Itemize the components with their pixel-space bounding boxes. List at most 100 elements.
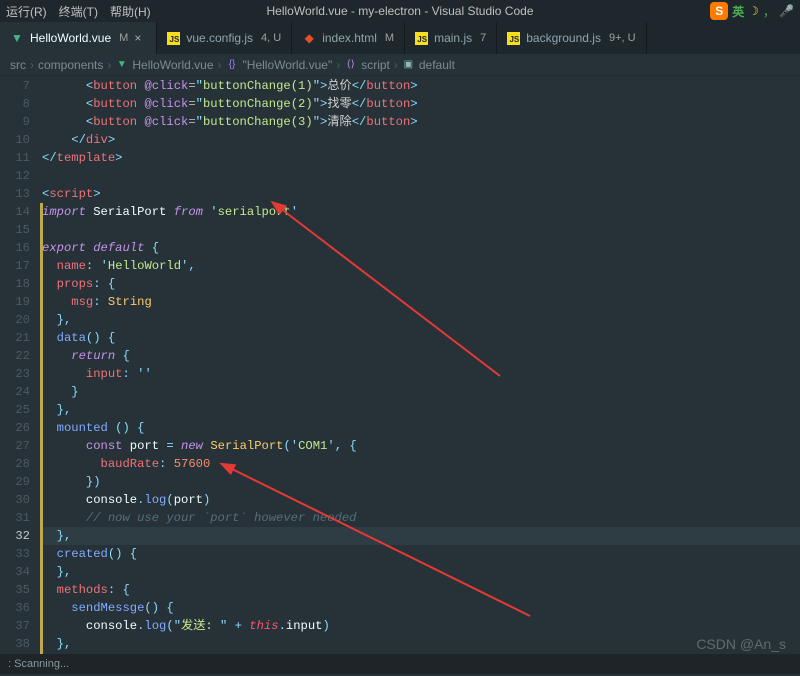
code-line-11[interactable]: </template> bbox=[42, 149, 800, 167]
chevron-right-icon: › bbox=[218, 58, 222, 72]
line-number: 13 bbox=[0, 185, 30, 203]
line-number: 28 bbox=[0, 455, 30, 473]
chevron-right-icon: › bbox=[30, 58, 34, 72]
line-gutter: 7891011121314151617181920212223242526272… bbox=[0, 76, 42, 654]
code-line-38[interactable]: }, bbox=[42, 635, 800, 653]
js-icon: JS bbox=[167, 32, 180, 45]
line-number: 25 bbox=[0, 401, 30, 419]
bc-script[interactable]: script bbox=[361, 58, 390, 72]
code-line-16[interactable]: export default { bbox=[42, 239, 800, 257]
menu-bar: 运行(R) 终端(T) 帮助(H) HelloWorld.vue - my-el… bbox=[0, 0, 800, 22]
bc-src[interactable]: src bbox=[10, 58, 26, 72]
line-number: 23 bbox=[0, 365, 30, 383]
html-icon: ◆ bbox=[302, 31, 316, 45]
code-line-18[interactable]: props: { bbox=[42, 275, 800, 293]
line-number: 15 bbox=[0, 221, 30, 239]
line-number: 22 bbox=[0, 347, 30, 365]
code-line-23[interactable]: input: '' bbox=[42, 365, 800, 383]
bc-quoted[interactable]: "HelloWorld.vue" bbox=[243, 58, 333, 72]
menu-help[interactable]: 帮助(H) bbox=[110, 3, 151, 20]
comma-icon: ， bbox=[763, 3, 775, 20]
line-number: 11 bbox=[0, 149, 30, 167]
ime-badge-icon: S bbox=[710, 2, 728, 20]
ime-lang: 英 bbox=[732, 3, 744, 20]
code-line-33[interactable]: created() { bbox=[42, 545, 800, 563]
code-line-9[interactable]: <button @click="buttonChange(3)">清除</but… bbox=[42, 113, 800, 131]
code-line-14[interactable]: import SerialPort from 'serialport' bbox=[42, 203, 800, 221]
code-line-30[interactable]: console.log(port) bbox=[42, 491, 800, 509]
code-line-32[interactable]: }, bbox=[42, 527, 800, 545]
editor-area[interactable]: 7891011121314151617181920212223242526272… bbox=[0, 76, 800, 654]
cube-icon: ▣ bbox=[402, 58, 415, 71]
code-line-27[interactable]: const port = new SerialPort('COM1', { bbox=[42, 437, 800, 455]
code-line-35[interactable]: methods: { bbox=[42, 581, 800, 599]
chevron-right-icon: › bbox=[394, 58, 398, 72]
js-icon: JS bbox=[415, 32, 428, 45]
line-number: 7 bbox=[0, 77, 30, 95]
line-number: 29 bbox=[0, 473, 30, 491]
tab-bar: ▼ HelloWorld.vue M × JS vue.config.js 4,… bbox=[0, 22, 800, 54]
code-line-20[interactable]: }, bbox=[42, 311, 800, 329]
code-line-8[interactable]: <button @click="buttonChange(2)">找零</but… bbox=[42, 95, 800, 113]
code-line-37[interactable]: console.log("发送: " + this.input) bbox=[42, 617, 800, 635]
line-number: 18 bbox=[0, 275, 30, 293]
tab-label: vue.config.js bbox=[186, 31, 253, 45]
line-number: 32 bbox=[0, 527, 30, 545]
tab-status: 4, U bbox=[261, 32, 281, 44]
ime-indicator: S 英 ☽ ， 🎤 bbox=[710, 0, 794, 22]
chevron-right-icon: › bbox=[336, 58, 340, 72]
line-number: 21 bbox=[0, 329, 30, 347]
moon-icon: ☽ bbox=[748, 4, 759, 18]
line-number: 34 bbox=[0, 563, 30, 581]
js-icon: JS bbox=[507, 32, 520, 45]
code-line-26[interactable]: mounted () { bbox=[42, 419, 800, 437]
tab-indexhtml[interactable]: ◆ index.html M bbox=[292, 22, 405, 54]
vue-icon: ▼ bbox=[10, 31, 24, 45]
code-line-10[interactable]: </div> bbox=[42, 131, 800, 149]
code-line-31[interactable]: // now use your `port` however needed bbox=[42, 509, 800, 527]
line-number: 38 bbox=[0, 635, 30, 653]
code-line-17[interactable]: name: 'HelloWorld', bbox=[42, 257, 800, 275]
code-line-12[interactable] bbox=[42, 167, 800, 185]
chevron-right-icon: › bbox=[107, 58, 111, 72]
braces-icon: {} bbox=[226, 58, 239, 71]
code-line-22[interactable]: return { bbox=[42, 347, 800, 365]
code-line-25[interactable]: }, bbox=[42, 401, 800, 419]
line-number: 19 bbox=[0, 293, 30, 311]
code-line-34[interactable]: }, bbox=[42, 563, 800, 581]
line-number: 10 bbox=[0, 131, 30, 149]
line-number: 37 bbox=[0, 617, 30, 635]
code-line-28[interactable]: baudRate: 57600 bbox=[42, 455, 800, 473]
code-line-21[interactable]: data() { bbox=[42, 329, 800, 347]
breadcrumb[interactable]: src › components › ▼ HelloWorld.vue › {}… bbox=[0, 54, 800, 76]
code-line-7[interactable]: <button @click="buttonChange(1)">总价</but… bbox=[42, 77, 800, 95]
code-line-24[interactable]: } bbox=[42, 383, 800, 401]
line-number: 17 bbox=[0, 257, 30, 275]
tab-label: HelloWorld.vue bbox=[30, 31, 111, 45]
tab-label: index.html bbox=[322, 31, 377, 45]
line-number: 16 bbox=[0, 239, 30, 257]
code-line-13[interactable]: <script> bbox=[42, 185, 800, 203]
menu-terminal[interactable]: 终端(T) bbox=[59, 3, 98, 20]
menu-run[interactable]: 运行(R) bbox=[6, 3, 47, 20]
tab-helloworld[interactable]: ▼ HelloWorld.vue M × bbox=[0, 22, 157, 54]
code-line-19[interactable]: msg: String bbox=[42, 293, 800, 311]
watermark: CSDN @An_s bbox=[696, 636, 786, 652]
tab-vueconfig[interactable]: JS vue.config.js 4, U bbox=[157, 22, 292, 54]
line-number: 9 bbox=[0, 113, 30, 131]
tab-mainjs[interactable]: JS main.js 7 bbox=[405, 22, 497, 54]
line-number: 30 bbox=[0, 491, 30, 509]
code-line-15[interactable] bbox=[42, 221, 800, 239]
tab-backgroundjs[interactable]: JS background.js 9+, U bbox=[497, 22, 646, 54]
line-number: 33 bbox=[0, 545, 30, 563]
line-number: 14 bbox=[0, 203, 30, 221]
bc-file[interactable]: HelloWorld.vue bbox=[132, 58, 213, 72]
code-line-29[interactable]: }) bbox=[42, 473, 800, 491]
close-icon[interactable]: × bbox=[134, 31, 146, 45]
bc-components[interactable]: components bbox=[38, 58, 103, 72]
status-bar: : Scanning... bbox=[0, 654, 800, 674]
code-content[interactable]: <button @click="buttonChange(1)">总价</but… bbox=[42, 76, 800, 654]
code-line-36[interactable]: sendMessge() { bbox=[42, 599, 800, 617]
bc-default[interactable]: default bbox=[419, 58, 455, 72]
line-number: 35 bbox=[0, 581, 30, 599]
